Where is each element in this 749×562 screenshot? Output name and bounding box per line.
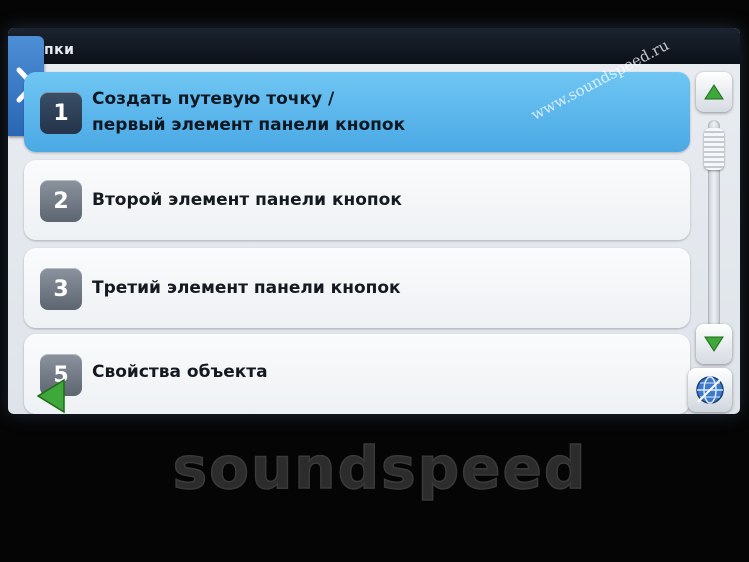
globe-icon [696,376,724,404]
item-number-badge: 1 [40,92,82,134]
back-button[interactable] [34,378,76,414]
arrow-down-icon [704,336,724,352]
item-number-badge: 2 [40,180,82,222]
item-label: Второй элемент панели кнопок [92,190,402,210]
globe-button[interactable] [688,368,732,412]
page-title: пки [44,42,75,58]
list-item-object-properties[interactable]: 5 Свойства объекта [24,334,690,414]
logo-text: soundspeed [173,436,588,502]
scrollbar[interactable] [694,72,734,372]
title-bar: пки [8,28,740,64]
scroll-up-button[interactable] [696,72,732,112]
list-item-second-element[interactable]: 2 Второй элемент панели кнопок [24,160,690,240]
item-label: Третий элемент панели кнопок [92,278,401,298]
list-item-create-waypoint[interactable]: 1 Создать путевую точку / первый элемент… [24,72,690,152]
soundspeed-logo: soundspeed soundspeed [100,433,660,506]
scroll-down-button[interactable] [696,324,732,364]
list-item-third-element[interactable]: 3 Третий элемент панели кнопок [24,248,690,328]
back-arrow-icon [36,378,65,414]
logo-text-outline: soundspeed [173,436,588,502]
item-label: Свойства объекта [92,362,268,382]
scroll-thumb[interactable] [704,128,724,170]
navigator-screen: пки 1 Создать путевую точку / первый эле… [8,28,740,414]
item-number-badge: 3 [40,268,82,310]
item-label: Создать путевую точку / первый элемент п… [92,89,406,135]
arrow-up-icon [704,84,724,100]
